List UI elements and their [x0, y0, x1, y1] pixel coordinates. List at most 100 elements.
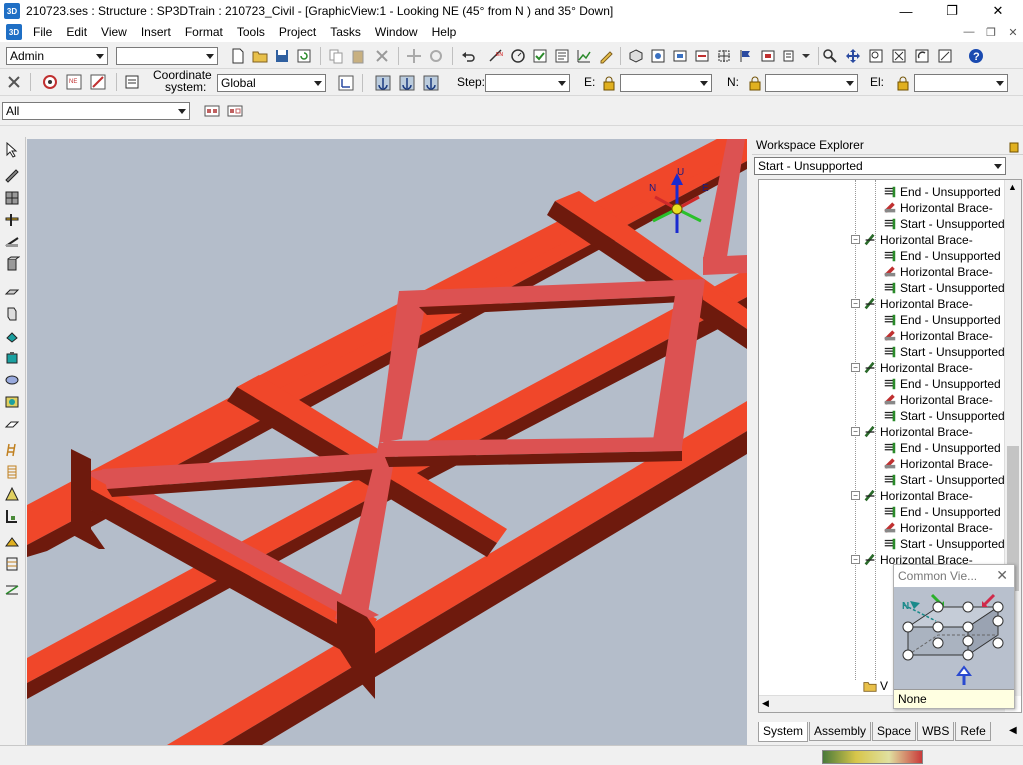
tree-item[interactable]: End - Unsupported [883, 248, 1001, 264]
measure-icon[interactable]: EN [486, 46, 506, 66]
tree-item[interactable]: Horizontal Brace- [863, 488, 973, 504]
place-stair-icon[interactable] [2, 462, 22, 482]
tree-expander-icon[interactable]: − [851, 363, 860, 372]
anchor-tool-2-icon[interactable] [397, 73, 417, 93]
place-shape-icon[interactable] [2, 370, 22, 390]
tree-item[interactable]: Start - Unsupported [883, 344, 1005, 360]
menu-window[interactable]: Window [368, 25, 425, 39]
tree-item[interactable]: Horizontal Brace- [883, 520, 993, 536]
property-icon[interactable] [552, 46, 572, 66]
menu-view[interactable]: View [94, 25, 134, 39]
check-icon[interactable] [530, 46, 550, 66]
place-bracing-icon[interactable] [2, 580, 22, 600]
place-column-icon[interactable] [2, 254, 22, 274]
place-connection-icon[interactable] [2, 506, 22, 526]
menu-tools[interactable]: Tools [230, 25, 272, 39]
dropdown-arrow-icon[interactable] [796, 46, 816, 66]
place-opening-icon[interactable] [2, 392, 22, 412]
n-lock-icon[interactable] [745, 73, 765, 93]
tab-scroll-left-icon[interactable]: ◀ [1009, 725, 1017, 736]
view-cube[interactable]: N [894, 587, 1014, 691]
tree-expander-icon[interactable]: − [851, 235, 860, 244]
chart-icon[interactable] [574, 46, 594, 66]
rotate-view-icon[interactable] [912, 46, 932, 66]
tree-item-v[interactable]: V [863, 678, 888, 694]
move-icon[interactable] [404, 46, 424, 66]
tree-item[interactable]: Start - Unsupported [883, 216, 1005, 232]
el-coordinate-field[interactable] [914, 74, 1008, 92]
tree-item[interactable]: Horizontal Brace- [883, 264, 993, 280]
scroll-up-icon[interactable]: ▲ [1008, 182, 1017, 192]
view-front-icon[interactable] [670, 46, 690, 66]
refresh-icon[interactable] [294, 46, 314, 66]
zoom-window-icon[interactable] [866, 46, 886, 66]
place-beam-icon[interactable] [2, 210, 22, 230]
place-brace-icon[interactable] [2, 232, 22, 252]
menu-file[interactable]: File [26, 25, 59, 39]
tree-item[interactable]: Horizontal Brace- [863, 360, 973, 376]
place-slab-icon[interactable] [2, 282, 22, 302]
anchor-tool-1-icon[interactable] [373, 73, 393, 93]
tab-space[interactable]: Space [872, 722, 917, 741]
place-assembly-icon[interactable] [2, 532, 22, 552]
tree-expander-icon[interactable]: − [851, 427, 860, 436]
tree-item[interactable]: End - Unsupported [883, 376, 1001, 392]
tree-expander-icon[interactable]: − [851, 491, 860, 500]
tree-item[interactable]: End - Unsupported [883, 504, 1001, 520]
zoom-icon[interactable] [820, 46, 840, 66]
rotate-object-icon[interactable] [426, 46, 446, 66]
el-lock-icon[interactable] [893, 73, 913, 93]
properties-icon[interactable] [122, 72, 142, 92]
view-top-icon[interactable] [648, 46, 668, 66]
mdi-restore-icon[interactable]: ❐ [983, 24, 999, 40]
tree-item[interactable]: Horizontal Brace- [863, 424, 973, 440]
place-footing-icon[interactable] [2, 348, 22, 368]
coordinate-system-select[interactable]: Global [217, 74, 326, 92]
anchor-tool-3-icon[interactable] [421, 73, 441, 93]
zoom-area-icon[interactable] [714, 46, 734, 66]
permission-group-select[interactable]: Admin [6, 47, 108, 65]
place-ladder-icon[interactable] [2, 440, 22, 460]
place-plate-icon[interactable] [2, 414, 22, 434]
tree-item[interactable]: Horizontal Brace- [863, 296, 973, 312]
n-coordinate-field[interactable] [765, 74, 858, 92]
mdi-minimize-icon[interactable]: — [961, 24, 977, 40]
help-icon[interactable]: ? [966, 46, 986, 66]
pin-icon[interactable] [1005, 137, 1023, 155]
view-iso-icon[interactable] [626, 46, 646, 66]
scroll-left-icon[interactable]: ◀ [762, 698, 769, 709]
step-select[interactable] [485, 74, 570, 92]
open-folder-icon[interactable] [250, 46, 270, 66]
tree-item[interactable]: Horizontal Brace- [883, 392, 993, 408]
clash-icon[interactable] [508, 46, 528, 66]
tree-item[interactable]: Horizontal Brace- [863, 232, 973, 248]
delete-icon[interactable] [372, 46, 392, 66]
tree-item[interactable]: Horizontal Brace- [883, 456, 993, 472]
explorer-filter-select[interactable]: Start - Unsupported [754, 157, 1006, 175]
tree-item[interactable]: Start - Unsupported [883, 280, 1005, 296]
tree-item[interactable]: Start - Unsupported [883, 536, 1005, 552]
flag-icon[interactable] [736, 46, 756, 66]
coordinate-system-button[interactable] [336, 73, 356, 93]
tab-reference[interactable]: Refe [955, 722, 991, 741]
select-set-icon[interactable] [202, 101, 222, 121]
menu-help[interactable]: Help [425, 25, 464, 39]
place-equipment-icon[interactable] [2, 326, 22, 346]
minimize-button[interactable]: — [883, 0, 929, 22]
menu-project[interactable]: Project [272, 25, 323, 39]
horizontal-brace-9[interactable] [703, 255, 747, 275]
e-coordinate-field[interactable] [620, 74, 712, 92]
tree-item[interactable]: Horizontal Brace- [883, 200, 993, 216]
close-button[interactable]: ✕ [975, 0, 1021, 22]
mdi-app-icon[interactable]: 3D [6, 24, 22, 40]
place-member-icon[interactable] [2, 166, 22, 186]
common-views-icon[interactable] [935, 46, 955, 66]
tab-assembly[interactable]: Assembly [809, 722, 872, 741]
locate-filter-icon[interactable] [40, 72, 60, 92]
percent-filter-icon[interactable] [88, 72, 108, 92]
paste-icon[interactable] [348, 46, 368, 66]
place-frame-icon[interactable] [2, 554, 22, 574]
close-icon[interactable]: ✕ [996, 567, 1008, 584]
fit-icon[interactable] [889, 46, 909, 66]
tree-expander-icon[interactable]: − [851, 299, 860, 308]
